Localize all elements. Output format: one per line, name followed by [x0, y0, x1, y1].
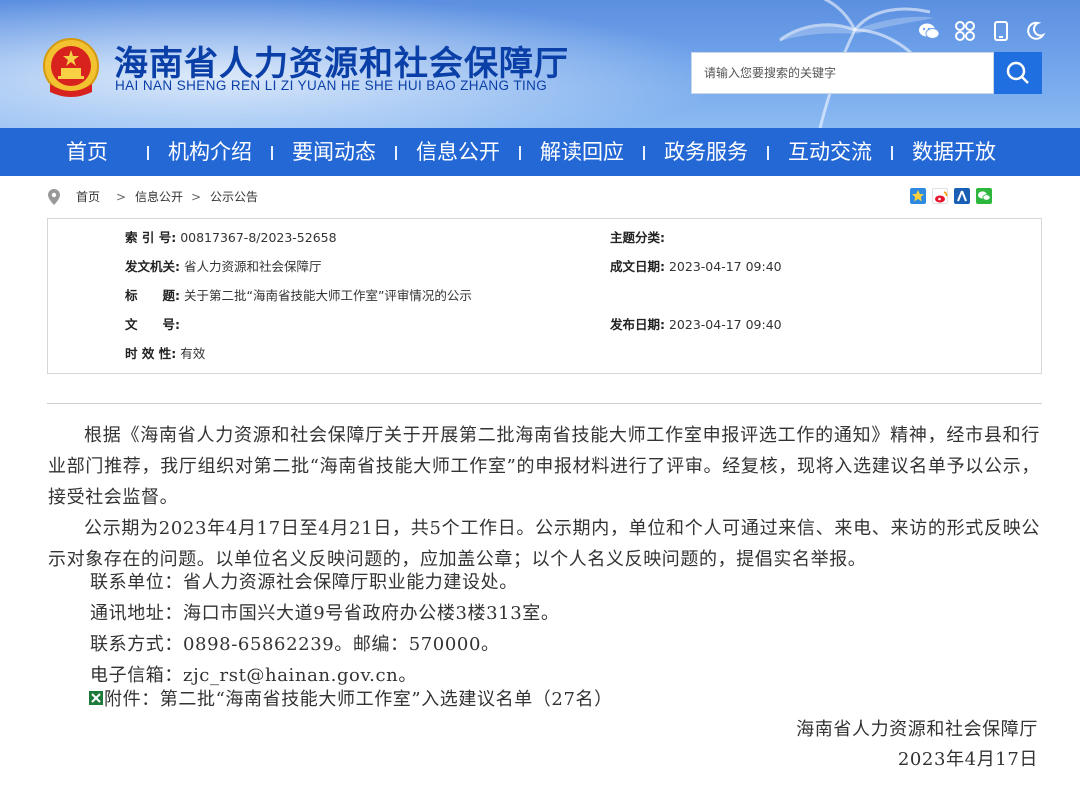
nav-separator [519, 146, 521, 160]
meta-index: 索 引 号: 00817367-8/2023-52658 [125, 227, 337, 249]
site-subtitle: HAI NAN SHENG REN LI ZI YUAN HE SHE HUI … [115, 78, 548, 93]
nav-item-about[interactable]: 机构介绍 [168, 128, 252, 176]
moon-icon[interactable] [1024, 20, 1046, 42]
breadcrumb-home[interactable]: 首页 [76, 186, 100, 208]
weibo-icon[interactable] [932, 188, 948, 204]
meta-value: 省人力资源和社会保障厅 [183, 259, 322, 274]
nav-separator [271, 146, 273, 160]
renren-icon[interactable] [954, 188, 970, 204]
nav-separator [767, 146, 769, 160]
nav-separator [891, 146, 893, 160]
breadcrumb-notices[interactable]: 公示公告 [210, 186, 258, 208]
nav-item-open-data[interactable]: 数据开放 [912, 128, 996, 176]
signature-date: 2023年4月17日 [897, 749, 1038, 770]
meta-title: 标 题: 关于第二批“海南省技能大师工作室”评审情况的公示 [125, 285, 472, 307]
breadcrumb-separator: > [191, 190, 202, 204]
meta-label: 文 号: [125, 317, 180, 332]
meta-value: 2023-04-17 09:40 [668, 259, 782, 274]
meta-validity: 时 效 性: 有效 [125, 343, 205, 365]
meta-value: 有效 [180, 346, 206, 361]
meta-value: 00817367-8/2023-52658 [180, 230, 337, 245]
meta-label: 时 效 性: [125, 346, 177, 361]
breadcrumb-disclosure[interactable]: 信息公开 [135, 186, 183, 208]
site-header: 海南省人力资源和社会保障厅 HAI NAN SHENG REN LI ZI YU… [0, 0, 1080, 128]
article-paragraph: 根据《海南省人力资源和社会保障厅关于开展第二批海南省技能大师工作室申报评选工作的… [48, 425, 1040, 508]
meta-label: 成文日期: [610, 259, 665, 274]
app-grid-icon[interactable] [954, 20, 976, 42]
mobile-icon[interactable] [990, 20, 1012, 42]
location-pin-icon [48, 189, 60, 212]
excel-file-icon [89, 691, 103, 705]
nav-separator [147, 146, 149, 160]
nav-item-services[interactable]: 政务服务 [664, 128, 748, 176]
signature-org: 海南省人力资源和社会保障厅 [796, 719, 1038, 740]
nav-item-interaction[interactable]: 互动交流 [788, 128, 872, 176]
nav-separator [395, 146, 397, 160]
article-body: 根据《海南省人力资源和社会保障厅关于开展第二批海南省技能大师工作室申报评选工作的… [48, 420, 1040, 780]
meta-published-date: 发布日期: 2023-04-17 09:40 [610, 314, 782, 336]
share-bar [910, 188, 996, 206]
search-icon [1006, 61, 1029, 84]
article-paragraph: 公示期为2023年4月17日至4月21日，共5个工作日。公示期内，单位和个人可通… [48, 518, 1040, 570]
mailing-address: 通讯地址：海口市国兴大道9号省政府办公楼3楼313室。 [90, 603, 560, 624]
meta-created-date: 成文日期: 2023-04-17 09:40 [610, 256, 782, 278]
meta-label: 发布日期: [610, 317, 665, 332]
wechat-share-icon[interactable] [976, 188, 992, 204]
wechat-icon[interactable] [918, 20, 940, 42]
contact-phone: 联系方式：0898-65862239。邮编：570000。 [90, 634, 500, 655]
meta-label: 发文机关: [125, 259, 180, 274]
meta-value: 关于第二批“海南省技能大师工作室”评审情况的公示 [183, 288, 472, 303]
meta-label: 索 引 号: [125, 230, 177, 245]
nav-item-interpretation[interactable]: 解读回应 [540, 128, 624, 176]
nav-item-news[interactable]: 要闻动态 [292, 128, 376, 176]
attachment-link[interactable]: 附件：第二批“海南省技能大师工作室”入选建议名单（27名） [88, 684, 613, 715]
search-input[interactable] [691, 52, 994, 94]
main-nav: 首页 机构介绍 要闻动态 信息公开 解读回应 政务服务 互动交流 数据开放 [0, 128, 1080, 176]
meta-label: 主题分类: [610, 230, 665, 245]
meta-topic: 主题分类: [610, 227, 665, 249]
meta-label: 标 题: [125, 288, 180, 303]
meta-doc-number: 文 号: [125, 314, 180, 336]
nav-item-disclosure[interactable]: 信息公开 [416, 128, 500, 176]
content-divider [47, 403, 1042, 404]
qzone-icon[interactable] [910, 188, 926, 204]
document-meta-box: 索 引 号: 00817367-8/2023-52658 主题分类: 发文机关:… [47, 218, 1042, 374]
search-button[interactable] [994, 52, 1042, 94]
top-icon-bar [918, 20, 1048, 42]
breadcrumb-separator: > [116, 190, 127, 204]
nav-item-home[interactable]: 首页 [66, 128, 108, 176]
meta-value: 2023-04-17 09:40 [668, 317, 782, 332]
nav-separator [643, 146, 645, 160]
contact-unit: 联系单位：省人力资源社会保障厅职业能力建设处。 [90, 572, 518, 593]
national-emblem-icon [43, 38, 99, 97]
meta-issuer: 发文机关: 省人力资源和社会保障厅 [125, 256, 322, 278]
attachment-label[interactable]: 附件：第二批“海南省技能大师工作室”入选建议名单（27名） [104, 689, 613, 710]
